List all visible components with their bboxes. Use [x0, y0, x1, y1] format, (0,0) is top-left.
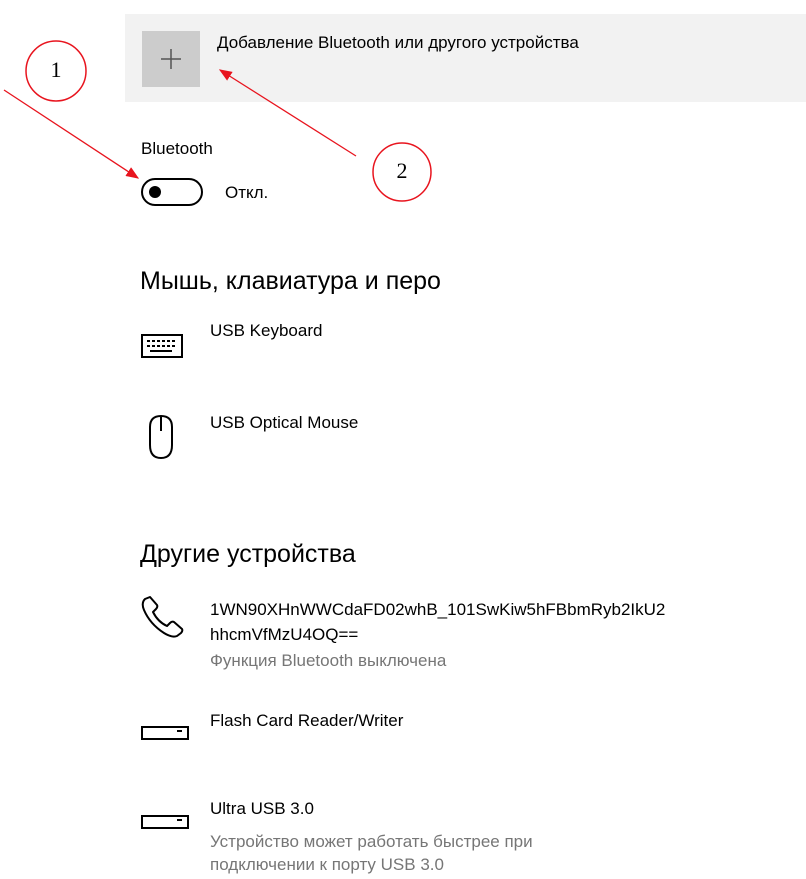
- device-name: Flash Card Reader/Writer: [210, 711, 404, 730]
- bluetooth-devices-page: Добавление Bluetooth или другого устройс…: [0, 0, 806, 879]
- keyboard-icon: [141, 334, 183, 358]
- plus-icon: [142, 31, 200, 87]
- device-name-line1: 1WN90XHnWWCdaFD02whB_101SwKiw5hFBbmRyb2I…: [210, 600, 666, 619]
- device-name: Ultra USB 3.0: [210, 799, 314, 818]
- annotation-overlay: [3, 40, 432, 202]
- toggle-knob: [149, 186, 161, 198]
- device-name: USB Keyboard: [210, 321, 323, 340]
- device-status: Функция Bluetooth выключена: [210, 651, 447, 670]
- marker-1-number: 1: [50, 57, 62, 82]
- device-name-line2: hhcmVfMzU4OQ==: [210, 625, 359, 644]
- add-device-button[interactable]: Добавление Bluetooth или другого устройс…: [125, 14, 806, 102]
- mouse-icon: [149, 414, 173, 460]
- device-name: USB Optical Mouse: [210, 413, 359, 432]
- other-devices-section-title: Другие устройства: [140, 540, 356, 568]
- add-device-label: Добавление Bluetooth или другого устройс…: [217, 33, 579, 52]
- mouse-keyboard-section-title: Мышь, клавиатура и перо: [140, 267, 441, 295]
- marker-2-number: 2: [396, 158, 408, 183]
- marker-1-arrow: [3, 89, 140, 179]
- bluetooth-label: Bluetooth: [141, 139, 213, 158]
- card-reader-icon: [141, 726, 189, 740]
- usb-drive-icon: [141, 815, 189, 829]
- device-status-line1: Устройство может работать быстрее при: [210, 832, 533, 851]
- bluetooth-toggle-state: Откл.: [225, 183, 269, 202]
- device-status-line2: подключении к порту USB 3.0: [210, 855, 444, 874]
- bluetooth-toggle[interactable]: [141, 178, 203, 206]
- phone-icon: [141, 596, 184, 638]
